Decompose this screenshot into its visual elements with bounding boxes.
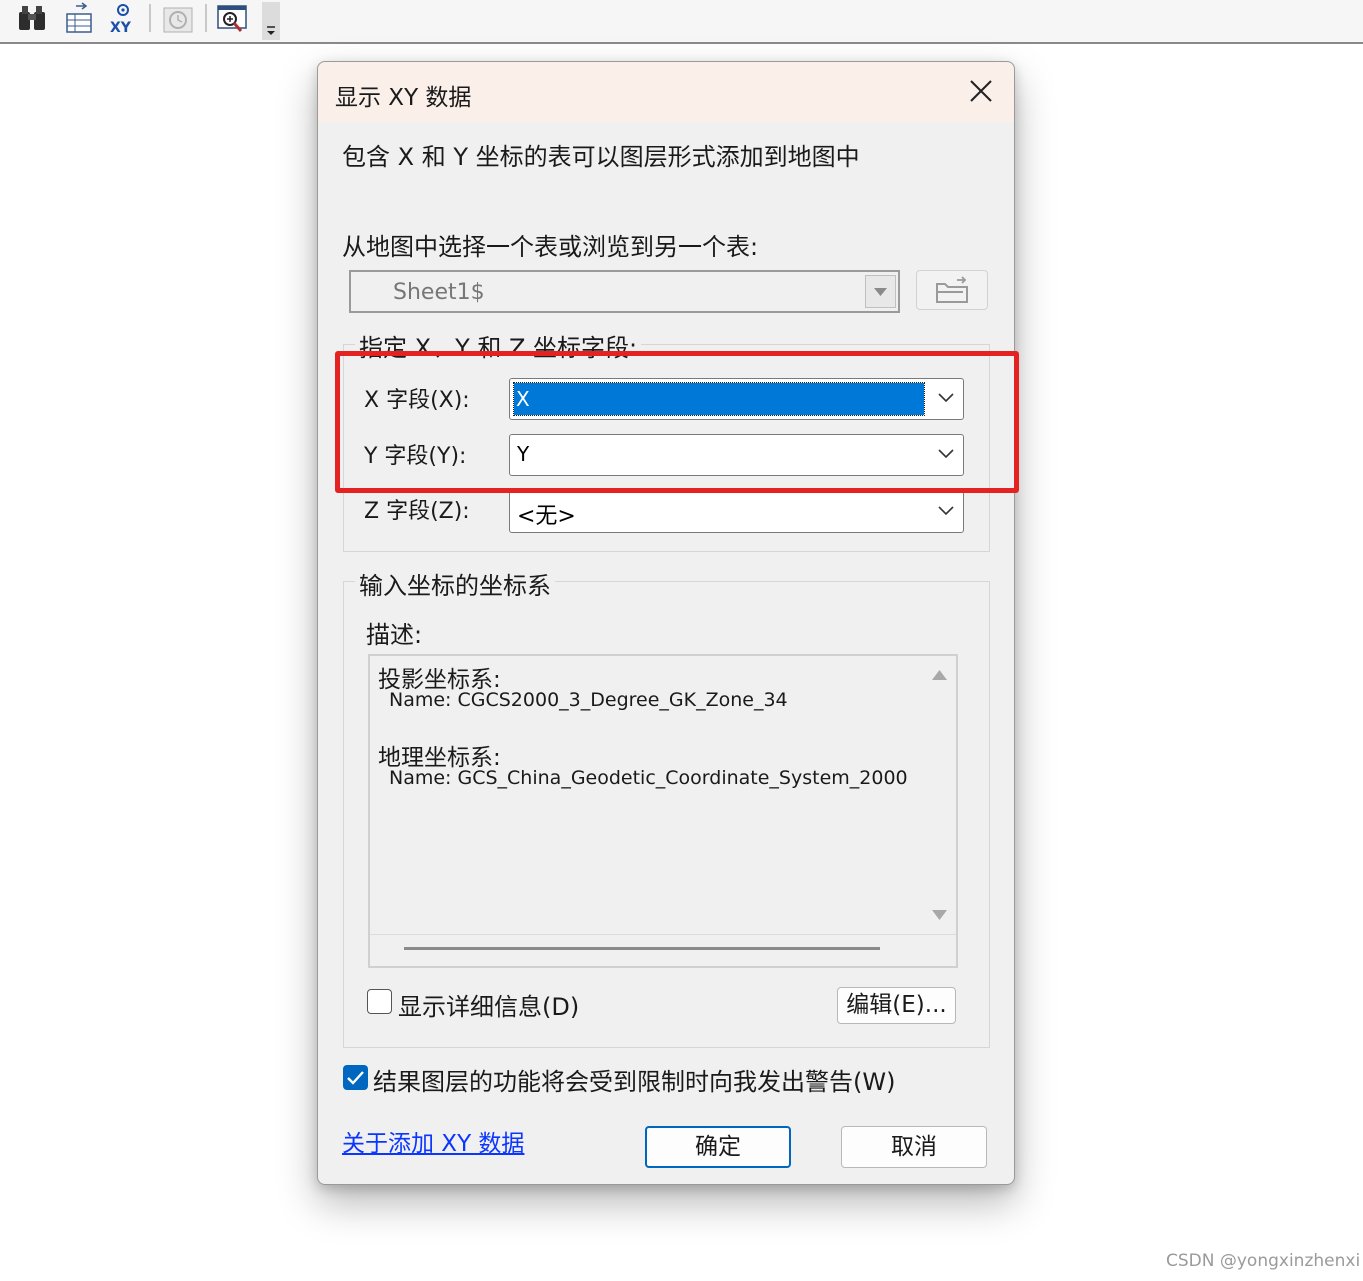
choose-table-label: 从地图中选择一个表或浏览到另一个表: (342, 233, 759, 261)
add-xy-data-icon[interactable]: XY (106, 2, 140, 36)
intro-text: 包含 X 和 Y 坐标的表可以图层形式添加到地图中 (342, 143, 860, 171)
desc-projected-name: Name: CGCS2000_3_Degree_GK_Zone_34 (389, 689, 788, 711)
about-link[interactable]: 关于添加 XY 数据 (342, 1124, 524, 1158)
toolbar-overflow-icon[interactable] (262, 2, 280, 40)
horizontal-scroll-thumb[interactable] (404, 947, 880, 950)
show-details-checkbox[interactable] (367, 989, 392, 1014)
description-label: 描述: (366, 621, 423, 649)
ok-button[interactable]: 确定 (645, 1126, 791, 1168)
watermark: CSDN @yongxinzhenxi (1166, 1251, 1361, 1271)
highlight-box (335, 351, 1019, 493)
dialog-title: 显示 XY 数据 (335, 85, 472, 111)
horizontal-scrollbar[interactable] (370, 934, 956, 966)
description-content: 投影坐标系: Name: CGCS2000_3_Degree_GK_Zone_3… (378, 658, 922, 938)
desc-geographic-name: Name: GCS_China_Geodetic_Coordinate_Syst… (389, 767, 908, 789)
description-box[interactable]: 投影坐标系: Name: CGCS2000_3_Degree_GK_Zone_3… (368, 654, 958, 968)
z-field-value: <无> (517, 504, 576, 529)
toolbar: XY (0, 0, 1363, 44)
table-select-value: Sheet1$ (393, 280, 485, 305)
add-xy-data-dialog: 显示 XY 数据 包含 X 和 Y 坐标的表可以图层形式添加到地图中 从地图中选… (317, 61, 1015, 1185)
edit-button[interactable]: 编辑(E)... (837, 987, 956, 1024)
show-details-label: 显示详细信息(D) (398, 993, 580, 1021)
chevron-down-icon[interactable] (937, 504, 955, 516)
browse-folder-button[interactable] (916, 270, 988, 310)
checkmark-icon (347, 1071, 364, 1085)
warn-label: 结果图层的功能将会受到限制时向我发出警告(W) (373, 1068, 896, 1096)
z-field-label: Z 字段(Z): (364, 499, 470, 524)
table-select[interactable]: Sheet1$ (349, 270, 900, 313)
svg-text:XY: XY (110, 20, 132, 36)
chevron-down-icon[interactable] (865, 275, 896, 308)
folder-open-icon (936, 276, 968, 303)
scroll-up-icon (932, 670, 947, 680)
time-slider-icon[interactable] (160, 2, 196, 36)
coord-group-label: 输入坐标的坐标系 (355, 566, 555, 601)
close-icon[interactable] (968, 78, 994, 104)
warn-checkbox[interactable] (343, 1065, 368, 1090)
vertical-scrollbar[interactable] (923, 656, 956, 934)
add-table-icon[interactable] (60, 2, 98, 36)
zoom-window-icon[interactable] (214, 2, 254, 36)
z-field-select[interactable]: <无> (509, 491, 964, 533)
title-bar: 显示 XY 数据 (318, 62, 1014, 122)
scroll-down-icon (932, 910, 947, 920)
binoculars-icon[interactable] (14, 2, 52, 36)
cancel-button[interactable]: 取消 (841, 1126, 987, 1168)
